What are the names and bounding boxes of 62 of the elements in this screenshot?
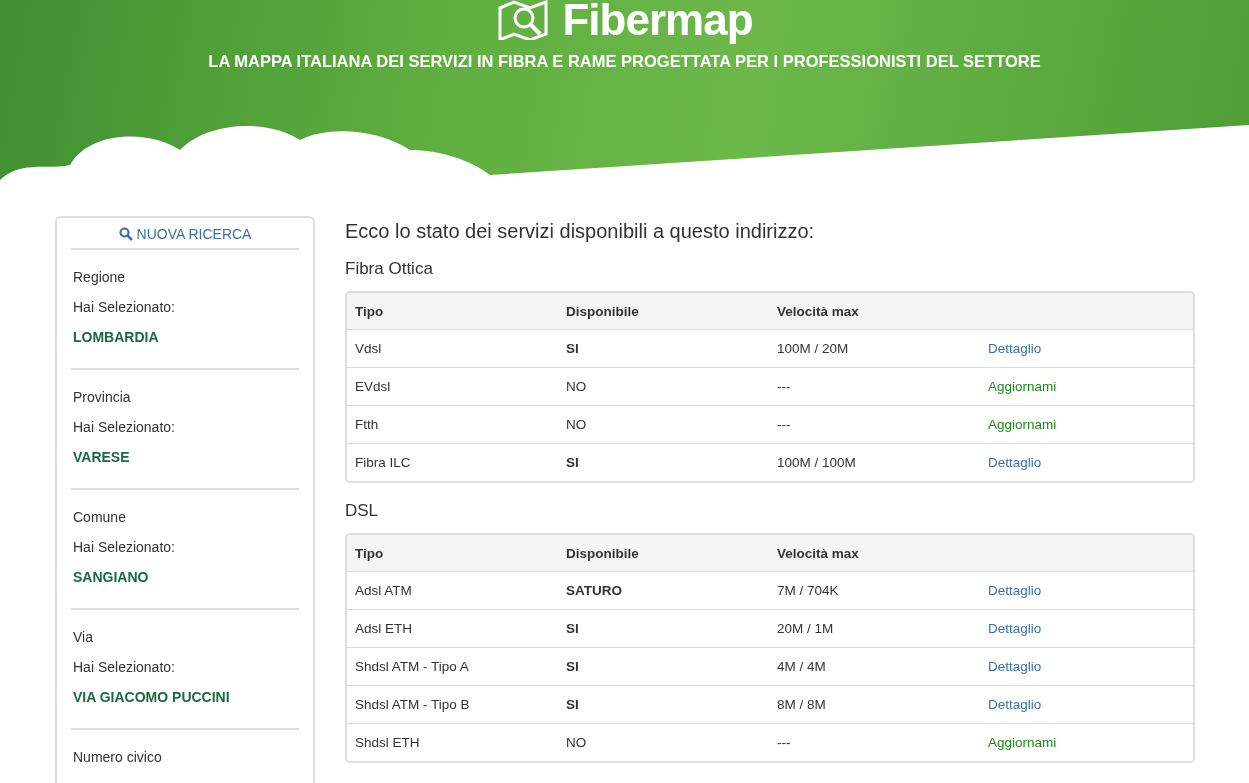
table-cell-text: NO <box>566 379 588 394</box>
table-cell-text: Vdsl <box>355 341 383 356</box>
selection-prompt: Hai Selezionato: <box>73 418 176 437</box>
table-cell-text: Shdsl ETH <box>355 735 421 750</box>
selected-value: LOMBARDIA <box>73 328 160 347</box>
column-header: Disponibile <box>566 303 640 319</box>
table-cell-text: 8M / 8M <box>777 697 827 712</box>
column-header: Tipo <box>355 303 385 319</box>
table-cell-text: EVdsl <box>355 379 392 394</box>
selection-prompt: Hai Selezionato: <box>73 538 176 557</box>
selected-value: SANGIANO <box>73 568 150 587</box>
search-icon <box>118 227 133 241</box>
details-link[interactable]: Dettaglio <box>988 621 1042 636</box>
selection-prompt: Hai Selezionato: <box>73 658 176 677</box>
table-cell-text: SI <box>566 659 580 674</box>
group-title: DSL <box>345 501 380 521</box>
details-link[interactable]: Dettaglio <box>988 697 1042 712</box>
details-link[interactable]: Dettaglio <box>988 659 1042 674</box>
upgrade-link[interactable]: Aggiornami <box>988 735 1057 750</box>
table-cell-text: SI <box>566 697 580 712</box>
column-header: Tipo <box>355 545 385 561</box>
field-label: Comune <box>73 508 127 527</box>
table-cell-text: NO <box>566 735 588 750</box>
table-cell-text: 4M / 4M <box>777 659 827 674</box>
table-cell-text: Shdsl ATM - Tipo A <box>355 659 470 674</box>
table-cell-text: Adsl ETH <box>355 621 413 636</box>
column-header: Velocità max <box>777 303 860 319</box>
table-cell-text: SI <box>566 621 580 636</box>
logo-text: Fibermap <box>562 0 753 44</box>
new-search-link[interactable]: NUOVA RICERCA <box>71 218 299 250</box>
field-label: Regione <box>73 268 127 287</box>
table-cell-text: Shdsl ATM - Tipo B <box>355 697 471 712</box>
column-header: Velocità max <box>777 545 860 561</box>
results-heading: Ecco lo stato dei servizi disponibili a questo indirizzo: <box>345 220 816 243</box>
column-header: Disponibile <box>566 545 640 561</box>
tagline: LA MAPPA ITALIANA DEI SERVIZI IN FIBRA E RAME PROGETTATA PER I PROFESSIONISTI DEL SETTORE <box>208 52 1041 71</box>
table-cell-text: Ftth <box>355 417 380 432</box>
table-cell-text: Adsl ATM <box>355 583 413 598</box>
group-title: Fibra Ottica <box>345 259 434 279</box>
table-cell-text: SI <box>566 341 580 356</box>
table-cell-text: SI <box>566 455 580 470</box>
upgrade-link[interactable]: Aggiornami <box>988 379 1057 394</box>
table-cell-text: --- <box>777 417 792 432</box>
details-link[interactable]: Dettaglio <box>988 341 1042 356</box>
table-cell-text: NO <box>566 417 588 432</box>
details-link[interactable]: Dettaglio <box>988 583 1042 598</box>
details-link[interactable]: Dettaglio <box>988 455 1042 470</box>
selection-prompt: Hai Selezionato: <box>73 298 176 317</box>
table-cell-text: --- <box>777 379 792 394</box>
table-cell-text: 100M / 20M <box>777 341 850 356</box>
field-label: Via <box>73 628 94 647</box>
table-cell-text: 7M / 704K <box>777 583 840 598</box>
table-cell-text: Fibra ILC <box>355 455 412 470</box>
table-cell-text: 100M / 100M <box>777 455 857 470</box>
table-cell-text: SATURO <box>566 583 623 598</box>
selected-value: VARESE <box>73 448 131 467</box>
field-label: Provincia <box>73 388 132 407</box>
upgrade-link[interactable]: Aggiornami <box>988 417 1057 432</box>
table-cell-text: 20M / 1M <box>777 621 835 636</box>
field-label: Numero civico <box>73 748 163 767</box>
selected-value: VIA GIACOMO PUCCINI <box>73 688 231 707</box>
table-cell-text: --- <box>777 735 792 750</box>
